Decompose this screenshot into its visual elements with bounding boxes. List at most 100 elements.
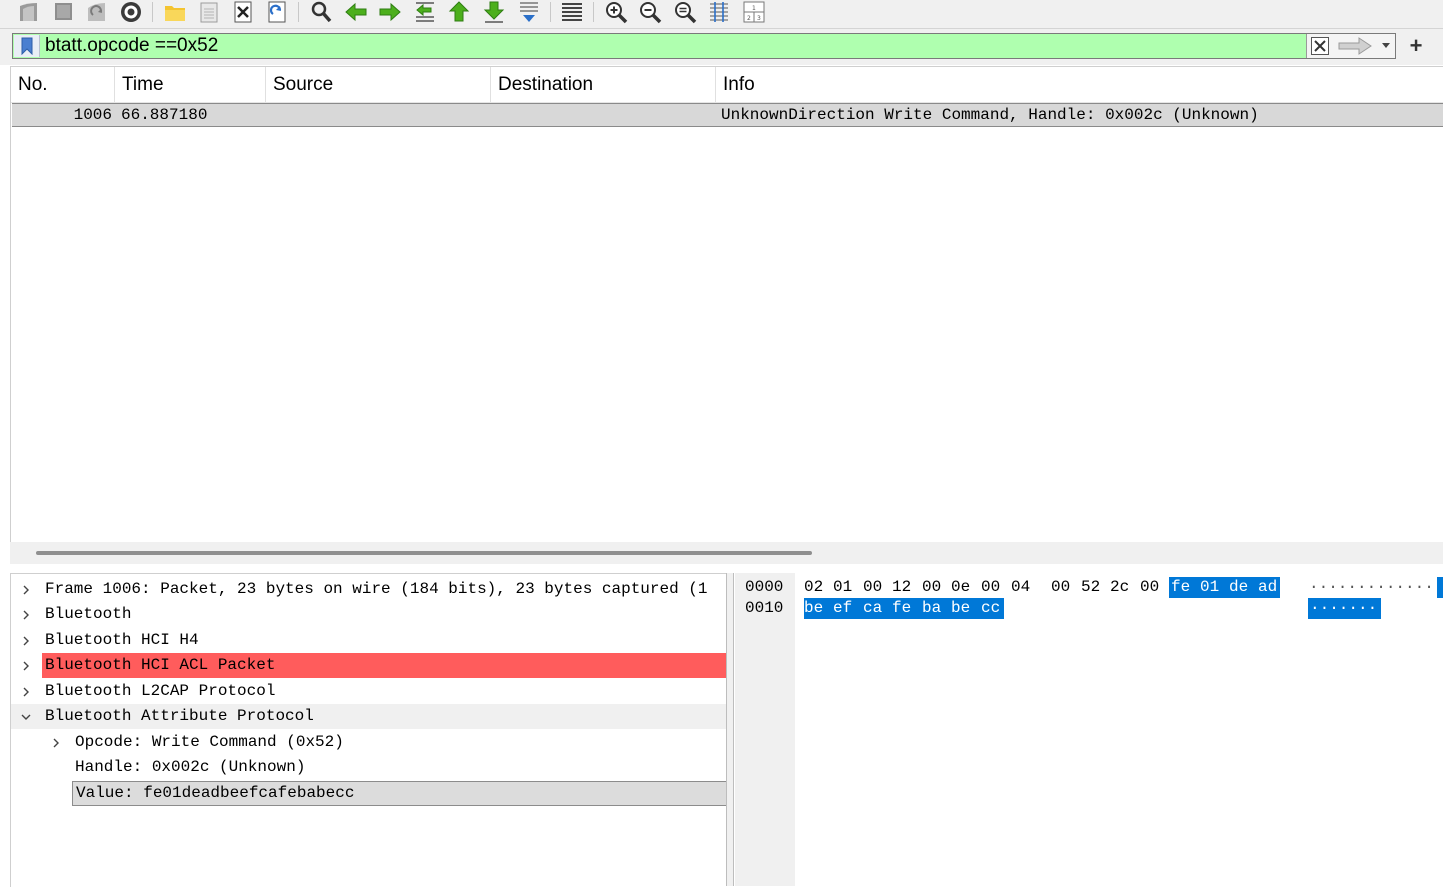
auto-scroll-icon[interactable] xyxy=(516,0,542,24)
normal-size-icon[interactable] xyxy=(672,0,698,24)
svg-text:1: 1 xyxy=(752,5,756,12)
hex-byte-selected[interactable]: ca xyxy=(863,598,883,619)
tree-item-frame[interactable]: Frame 1006: Packet, 23 bytes on wire (18… xyxy=(11,577,727,602)
tree-item-hci-h4[interactable]: Bluetooth HCI H4 xyxy=(11,628,727,653)
hex-byte-selected[interactable]: fe xyxy=(892,598,912,619)
display-filter-box xyxy=(12,33,1396,59)
tree-item-hci-acl[interactable]: Bluetooth HCI ACL Packet xyxy=(11,653,727,678)
packet-info: UnknownDirection Write Command, Handle: … xyxy=(721,106,1259,124)
hex-byte[interactable]: 52 xyxy=(1081,577,1100,598)
packet-details-tree: Frame 1006: Packet, 23 bytes on wire (18… xyxy=(10,573,727,887)
tree-item-label: Handle: 0x002c (Unknown) xyxy=(75,758,306,776)
packet-list-header: No. Time Source Destination Info xyxy=(11,67,1443,103)
packet-list: No. Time Source Destination Info 1006 66… xyxy=(10,66,1443,543)
last-packet-icon[interactable] xyxy=(481,0,507,24)
hex-byte-selected[interactable]: be xyxy=(804,598,824,619)
reload-file-icon[interactable] xyxy=(264,0,290,24)
hex-byte[interactable]: 0e xyxy=(951,577,970,598)
column-header-time[interactable]: Time xyxy=(115,67,266,102)
add-filter-button[interactable]: + xyxy=(1404,33,1428,59)
column-header-source[interactable]: Source xyxy=(266,67,491,102)
hex-byte[interactable]: 12 xyxy=(892,577,911,598)
go-back-icon[interactable] xyxy=(343,0,369,24)
toolbar-separator xyxy=(298,2,299,22)
offset-gutter xyxy=(735,573,795,886)
packet-row[interactable]: 1006 66.887180 UnknownDirection Write Co… xyxy=(12,103,1443,127)
chevron-right-icon[interactable] xyxy=(49,730,63,755)
tree-item-label: Value: fe01deadbeefcafebabecc xyxy=(72,781,727,806)
zoom-in-icon[interactable] xyxy=(603,0,629,24)
hex-byte-selected[interactable]: ad xyxy=(1258,577,1278,598)
scrollbar-thumb[interactable] xyxy=(36,551,812,555)
clear-filter-button[interactable] xyxy=(1306,34,1333,58)
find-packet-icon[interactable] xyxy=(308,0,334,24)
hex-byte-selected[interactable]: ba xyxy=(922,598,942,619)
display-filter-bar: + xyxy=(0,29,1443,65)
hex-byte-selected[interactable]: de xyxy=(1229,577,1249,598)
svg-text:3: 3 xyxy=(757,15,761,22)
chevron-right-icon[interactable] xyxy=(19,602,33,627)
save-file-icon[interactable] xyxy=(196,0,222,24)
tree-item-bluetooth[interactable]: Bluetooth xyxy=(11,602,727,627)
resize-columns-icon[interactable] xyxy=(706,0,732,24)
hex-byte-selected[interactable]: be xyxy=(951,598,971,619)
chevron-down-icon[interactable] xyxy=(19,704,33,729)
pane-splitter[interactable] xyxy=(726,573,734,886)
column-header-destination[interactable]: Destination xyxy=(491,67,716,102)
tree-item-value[interactable]: Value: fe01deadbeefcafebabecc xyxy=(11,781,727,806)
bookmark-icon[interactable] xyxy=(14,35,40,57)
hex-byte-selected[interactable]: 01 xyxy=(1200,577,1220,598)
display-filter-input[interactable] xyxy=(45,34,1305,58)
hex-byte[interactable]: 00 xyxy=(981,577,1000,598)
packet-destination xyxy=(497,104,712,126)
tree-item-l2cap[interactable]: Bluetooth L2CAP Protocol xyxy=(11,679,727,704)
zoom-out-icon[interactable] xyxy=(637,0,663,24)
column-header-no[interactable]: No. xyxy=(11,67,115,102)
ascii-dump-selected: ······· xyxy=(1308,598,1381,619)
packet-no: 1006 xyxy=(73,106,112,124)
tree-item-opcode[interactable]: Opcode: Write Command (0x52) xyxy=(11,730,727,755)
hex-byte[interactable]: 02 xyxy=(804,577,823,598)
hex-byte[interactable]: 04 xyxy=(1011,577,1030,598)
stop-capture-icon[interactable] xyxy=(50,0,76,24)
hex-byte[interactable]: 00 xyxy=(922,577,941,598)
hex-byte[interactable]: 00 xyxy=(1140,577,1159,598)
capture-options-icon[interactable] xyxy=(118,0,144,24)
first-packet-icon[interactable] xyxy=(446,0,472,24)
apply-filter-button[interactable] xyxy=(1333,34,1377,58)
toolbar-separator xyxy=(152,2,153,22)
column-header-info[interactable]: Info xyxy=(716,67,1443,102)
hex-byte-selected[interactable]: ef xyxy=(833,598,853,619)
open-file-icon[interactable] xyxy=(162,0,188,24)
svg-text:2: 2 xyxy=(747,15,751,22)
hex-byte[interactable]: 00 xyxy=(1051,577,1070,598)
packet-list-horizontal-scrollbar[interactable] xyxy=(10,542,1443,564)
go-forward-icon[interactable] xyxy=(377,0,403,24)
chevron-right-icon[interactable] xyxy=(19,653,33,678)
ascii-dump: ··············R,·· xyxy=(1309,578,1443,596)
tree-item-label: Bluetooth xyxy=(45,605,132,623)
hex-byte-selected[interactable]: fe xyxy=(1171,577,1191,598)
layout-icon[interactable]: 123 xyxy=(741,0,767,24)
hex-byte[interactable]: 01 xyxy=(833,577,852,598)
hex-byte[interactable]: 00 xyxy=(863,577,882,598)
chevron-right-icon[interactable] xyxy=(19,577,33,602)
chevron-right-icon[interactable] xyxy=(19,628,33,653)
colorize-icon[interactable] xyxy=(559,0,585,24)
close-file-icon[interactable] xyxy=(230,0,256,24)
hex-byte[interactable]: 2c xyxy=(1110,577,1129,598)
tree-item-handle[interactable]: Handle: 0x002c (Unknown) xyxy=(11,755,727,780)
tree-item-label: Frame 1006: Packet, 23 bytes on wire (18… xyxy=(45,580,708,598)
start-capture-icon[interactable] xyxy=(16,0,42,24)
hex-byte-selected[interactable]: cc xyxy=(981,598,1001,619)
go-to-packet-icon[interactable] xyxy=(412,0,438,24)
tree-item-att[interactable]: Bluetooth Attribute Protocol xyxy=(11,704,727,729)
byte-offset: 0000 xyxy=(745,578,784,596)
chevron-right-icon[interactable] xyxy=(19,679,33,704)
restart-capture-icon[interactable] xyxy=(84,0,110,24)
byte-offset: 0010 xyxy=(745,599,784,617)
filter-history-dropdown[interactable] xyxy=(1377,34,1395,58)
toolbar-separator xyxy=(550,2,551,22)
tree-item-label: Bluetooth L2CAP Protocol xyxy=(45,682,276,700)
tree-item-label: Bluetooth HCI H4 xyxy=(45,631,199,649)
